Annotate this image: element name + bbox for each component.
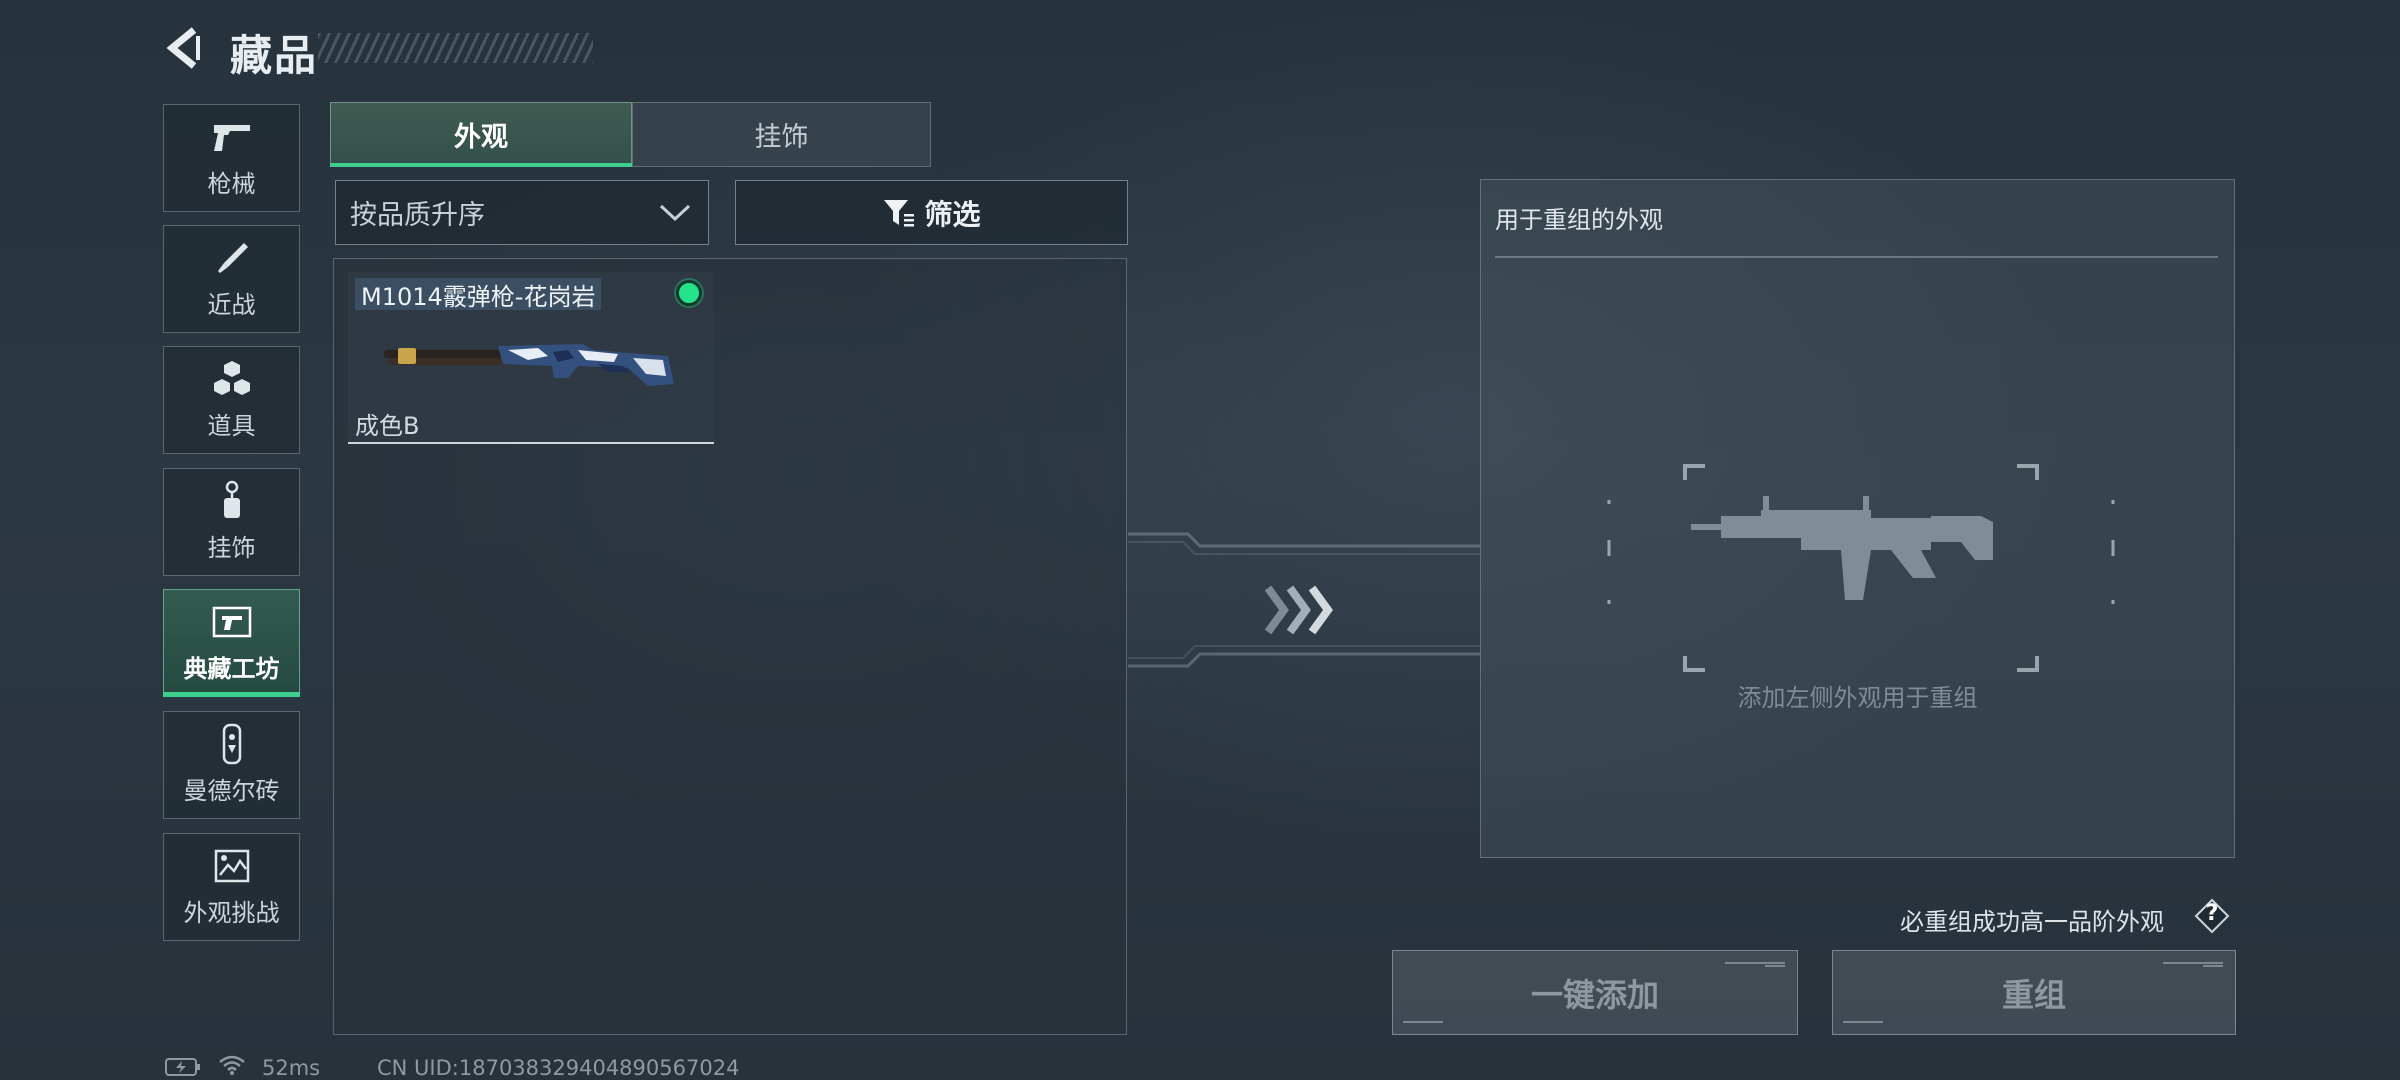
challenge-icon [210,847,254,885]
item-divider [348,442,714,444]
sidebar-item-gadgets[interactable]: 道具 [163,346,300,454]
sidebar-item-label: 外观挑战 [183,898,280,927]
reorganize-button[interactable]: 重组 [1832,950,2236,1035]
sidebar-item-melee[interactable]: 近战 [163,225,300,333]
button-decoration [1403,1021,1443,1023]
reorganize-hint: 添加左侧外观用于重组 [1737,684,1978,712]
sort-value: 按品质升序 [350,200,485,231]
sidebar-item-label: 挂饰 [207,533,256,562]
sidebar-item-label: 道具 [207,411,256,440]
button-decoration [1843,1021,1883,1023]
item-card[interactable]: M1014霰弹枪-花岗岩 成色B [348,272,714,444]
user-uid: CN UID:1870383294048905670​24 [377,1056,740,1080]
wifi-icon [219,1055,245,1075]
filter-button[interactable]: 筛选 [735,180,1128,245]
battery-icon [165,1058,200,1076]
add-all-label: 一键添加 [1530,975,1659,1014]
workshop-icon [210,603,254,641]
sidebar-item-workshop[interactable]: 典藏工坊 [163,589,300,697]
pistol-icon [210,118,254,156]
filter-icon [884,199,915,226]
item-name: M1014霰弹枪-花岗岩 [355,278,602,311]
sort-dropdown[interactable]: 按品质升序 [335,180,709,245]
sidebar-item-firearms[interactable]: 枪械 [163,104,300,212]
tab-active-indicator [330,163,632,167]
help-button[interactable]: ? [2194,898,2230,934]
panel-divider [1495,256,2218,258]
sidebar-item-label: 枪械 [207,169,256,198]
sidebar-item-mandel-brick[interactable]: 曼德尔砖 [163,711,300,819]
sidebar-item-label: 近战 [207,290,256,319]
charm-icon [210,480,254,520]
ping-value: 52ms [262,1056,321,1080]
status-dot-icon [676,280,702,306]
reorganize-bonus-text: 必重组成功高一品阶外观 [1900,908,2164,936]
back-arrow-icon [166,27,200,69]
button-decoration [1725,962,1785,967]
grenades-icon [210,360,254,398]
help-label: ? [2205,901,2219,926]
reorganize-label: 重组 [2001,975,2066,1014]
chevrons-right-icon [1264,585,1333,635]
reorganize-panel: 用于重组的外观 添加左侧外观用于重组 [1480,179,2235,858]
chevron-down-icon [659,204,691,222]
add-all-button[interactable]: 一键添加 [1392,950,1798,1035]
filter-label: 筛选 [924,197,981,231]
brick-icon [210,723,254,764]
page-title: 藏品 [230,31,319,80]
tab-appearance[interactable]: 外观 [330,102,632,167]
button-decoration [2163,962,2223,967]
item-grade: 成色B [355,412,420,440]
title-decoration [318,33,593,63]
knife-icon [210,239,254,277]
sidebar-active-indicator [163,692,300,697]
sidebar-item-appearance-challenge[interactable]: 外观挑战 [163,833,300,941]
tab-charms[interactable]: 挂饰 [632,102,931,167]
reorganize-panel-title: 用于重组的外观 [1495,206,1663,234]
sidebar-item-charms[interactable]: 挂饰 [163,468,300,576]
sidebar-item-label: 曼德尔砖 [183,776,280,805]
sidebar-item-label: 典藏工坊 [183,654,280,683]
shotgun-icon [384,344,674,386]
placeholder-rifle-icon [1607,464,2115,672]
back-button[interactable] [162,24,210,72]
